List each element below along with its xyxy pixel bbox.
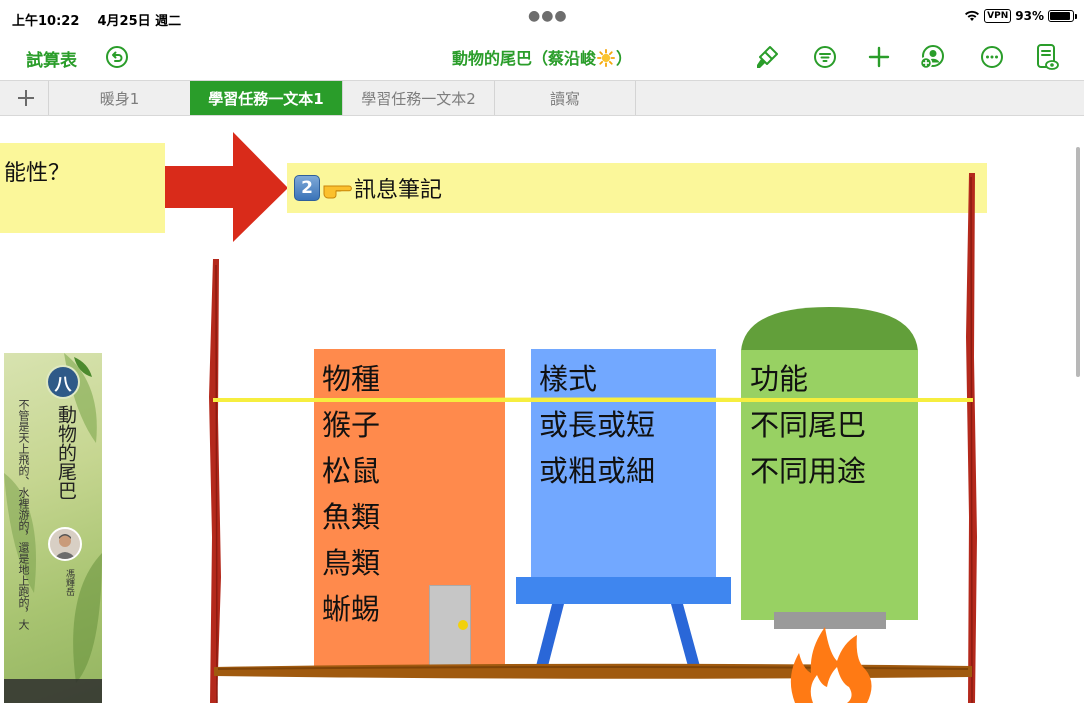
filter-lines-icon (814, 46, 836, 68)
tab-task1-text2[interactable]: 學習任務一文本2 (342, 81, 494, 115)
add-sheet-button[interactable] (6, 81, 46, 115)
tab-task1-text1[interactable]: 學習任務一文本1 (190, 81, 342, 115)
status-date: 4月25日 週二 (97, 14, 182, 29)
view-options-button[interactable] (1032, 42, 1062, 72)
species-item: 魚類 (322, 500, 381, 534)
door-knob (458, 620, 468, 630)
collaborate-person-icon (919, 45, 944, 70)
author-portrait-icon (50, 529, 80, 559)
pattern-item: 或長或短 (539, 408, 656, 442)
pattern-item: 或粗或細 (539, 454, 656, 488)
status-bar: 上午10:22 4月25日 週二 ●●● VPN 93% (0, 0, 1084, 36)
vertical-scrollbar[interactable] (1076, 147, 1080, 377)
function-item: 不同用途 (750, 454, 867, 488)
wifi-icon (965, 10, 980, 21)
species-item: 蜥蜴 (322, 592, 381, 626)
format-brush-button[interactable] (752, 42, 782, 72)
document-title[interactable]: 動物的尾巴（蔡沿峻 ） (380, 45, 704, 69)
function-item: 不同尾巴 (750, 408, 867, 442)
species-item: 鳥類 (322, 546, 381, 580)
book-title: 動物的尾巴 (55, 405, 77, 500)
book-cover-image[interactable]: 八 動物的尾巴 不管是天上飛的、水裡游的，還是地上跑的，大 馮輝岳 (4, 353, 102, 703)
app-window: 上午10:22 4月25日 週二 ●●● VPN 93% 試算表 動物的尾巴（蔡… (0, 0, 1084, 703)
document-title-text: 動物的尾巴（蔡沿峻 (451, 49, 596, 68)
battery-fill (1050, 12, 1071, 20)
stand-top (516, 577, 731, 604)
book-author: 馮輝岳 (64, 569, 74, 596)
species-header: 物種 (322, 362, 381, 396)
function-column: 功能 不同尾巴 不同用途 (750, 356, 866, 494)
spreadsheets-button[interactable]: 試算表 (26, 46, 77, 71)
flame-icon (790, 627, 872, 703)
battery-icon (1048, 10, 1077, 22)
function-dome (741, 307, 918, 351)
plus-icon (18, 90, 34, 106)
more-button[interactable] (977, 42, 1007, 72)
toolbar: 試算表 動物的尾巴（蔡沿峻 ） (0, 36, 1084, 80)
document-eye-icon (1037, 44, 1059, 70)
battery-percent: 93% (1015, 9, 1044, 23)
status-time-date: 上午10:22 4月25日 週二 (12, 10, 181, 29)
book-body-text: 不管是天上飛的、水裡游的，還是地上跑的，大 (17, 399, 30, 630)
species-item: 猴子 (322, 408, 381, 442)
insert-button[interactable] (864, 42, 894, 72)
plus-icon (868, 46, 890, 68)
sheet-tabs-bar: 暖身1 學習任務一文本1 學習任務一文本2 讀寫 (0, 80, 1084, 116)
organize-button[interactable] (810, 42, 840, 72)
collaborate-button[interactable] (918, 42, 948, 72)
author-avatar (48, 527, 82, 561)
sheet-canvas[interactable]: 能性？ 2 訊息筆記 物種 猴子 松鼠 魚類 鳥類 蜥蜴 樣式 或長或短 或粗或… (0, 117, 1084, 703)
door (429, 585, 471, 669)
status-time: 上午10:22 (12, 14, 80, 29)
species-column: 物種 猴子 松鼠 魚類 鳥類 蜥蜴 (322, 356, 380, 632)
pattern-column: 樣式 或長或短 或粗或細 (539, 356, 655, 494)
vpn-badge: VPN (984, 9, 1012, 23)
function-header: 功能 (750, 362, 809, 396)
pattern-header: 樣式 (539, 362, 598, 396)
undo-button[interactable] (104, 44, 130, 70)
tab-warmup[interactable]: 暖身1 (48, 81, 190, 115)
status-indicators: VPN 93% (964, 9, 1077, 23)
species-item: 松鼠 (322, 454, 381, 488)
sun-emoji-icon (597, 49, 615, 67)
multitask-dots-icon[interactable]: ●●● (528, 8, 568, 24)
paintbrush-icon (757, 46, 778, 68)
undo-icon (106, 46, 128, 68)
document-title-suffix: ） (616, 49, 633, 68)
tab-reading-writing[interactable]: 讀寫 (494, 81, 636, 115)
lesson-number-badge: 八 (48, 367, 78, 397)
more-ellipsis-icon (981, 46, 1003, 68)
